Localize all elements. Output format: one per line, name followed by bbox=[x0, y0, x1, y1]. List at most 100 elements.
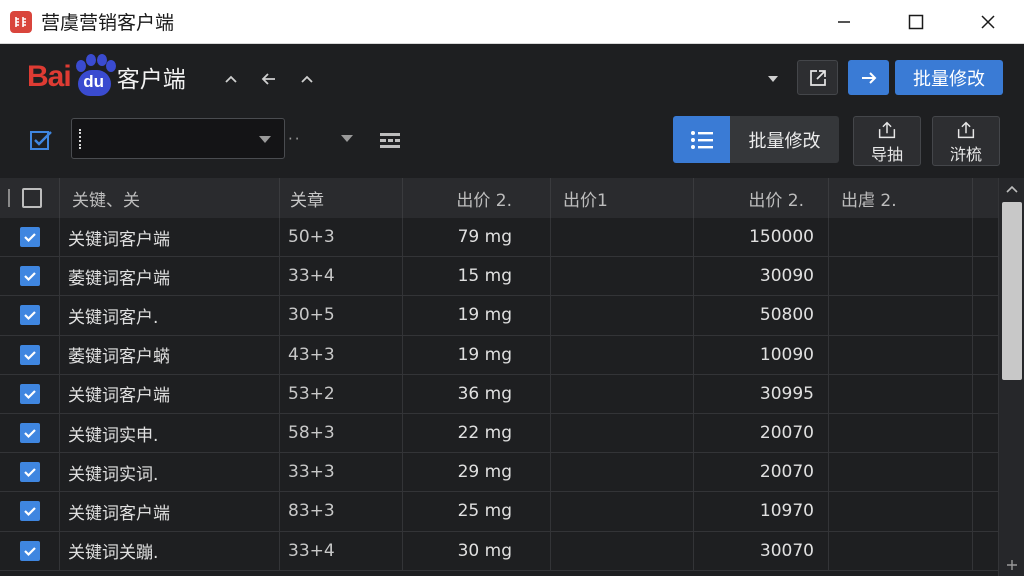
table-row[interactable]: 萎键词客户蜹 43+3 19 mg 10090 bbox=[0, 335, 998, 375]
cell-bid3[interactable] bbox=[829, 257, 973, 296]
go-button[interactable] bbox=[848, 60, 889, 95]
row-checkbox[interactable] bbox=[19, 462, 40, 483]
row-checkbox[interactable] bbox=[19, 344, 40, 365]
cell-bid3[interactable] bbox=[829, 531, 973, 570]
column-header-bid1[interactable]: 出价1 bbox=[551, 178, 694, 218]
cell-dose[interactable]: 36 mg bbox=[403, 374, 551, 413]
scroll-up-icon[interactable] bbox=[1005, 184, 1019, 194]
cell-match[interactable]: 53+2 bbox=[280, 374, 403, 413]
row-checkbox-cell[interactable] bbox=[0, 413, 60, 453]
close-button[interactable] bbox=[952, 0, 1024, 44]
cell-bid2[interactable]: 10090 bbox=[694, 335, 829, 374]
cell-dose[interactable]: 79 mg bbox=[403, 218, 551, 257]
scrollbar-thumb[interactable] bbox=[1002, 202, 1022, 380]
cell-bid1[interactable] bbox=[551, 492, 694, 531]
cell-match[interactable]: 58+3 bbox=[280, 413, 403, 453]
row-checkbox[interactable] bbox=[19, 383, 40, 404]
cell-dose[interactable]: 15 mg bbox=[403, 257, 551, 296]
cell-keyword[interactable]: 萎键词客户蜹 bbox=[60, 335, 280, 374]
maximize-button[interactable] bbox=[880, 0, 952, 44]
cell-bid2[interactable]: 150000 bbox=[694, 218, 829, 257]
column-header-keyword[interactable]: 关键、关 bbox=[60, 178, 280, 218]
resize-grip-icon[interactable] bbox=[1005, 558, 1019, 572]
column-header-bid3[interactable]: 出虐 2. bbox=[829, 178, 973, 218]
cell-keyword[interactable]: 关键词客户端 bbox=[60, 374, 280, 413]
row-checkbox-cell[interactable] bbox=[0, 257, 60, 296]
cell-bid2[interactable]: 30995 bbox=[694, 374, 829, 413]
caret-down-icon[interactable] bbox=[764, 73, 782, 85]
cell-keyword[interactable]: 关键词客户端 bbox=[60, 218, 280, 257]
table-row[interactable]: 关键词关蹦. 33+4 30 mg 30070 bbox=[0, 531, 998, 571]
cell-bid1[interactable] bbox=[551, 374, 694, 413]
row-checkbox-cell[interactable] bbox=[0, 453, 60, 492]
cell-bid1[interactable] bbox=[551, 335, 694, 374]
export-button[interactable]: 导抽 bbox=[853, 116, 921, 166]
row-checkbox-cell[interactable] bbox=[0, 531, 60, 570]
row-checkbox[interactable] bbox=[19, 227, 40, 248]
row-checkbox[interactable] bbox=[19, 501, 40, 522]
cell-bid3[interactable] bbox=[829, 492, 973, 531]
cell-bid1[interactable] bbox=[551, 218, 694, 257]
cell-bid1[interactable] bbox=[551, 453, 694, 492]
cell-bid3[interactable] bbox=[829, 453, 973, 492]
row-checkbox-cell[interactable] bbox=[0, 218, 60, 257]
nav-back-button[interactable] bbox=[256, 66, 282, 92]
cell-bid1[interactable] bbox=[551, 531, 694, 570]
cell-bid3[interactable] bbox=[829, 413, 973, 453]
column-header-bid2[interactable]: 出价 2. bbox=[694, 178, 829, 218]
table-row[interactable]: 萎键词客户端 33+4 15 mg 30090 bbox=[0, 257, 998, 297]
row-checkbox[interactable] bbox=[19, 423, 40, 444]
cell-keyword[interactable]: 关键词关蹦. bbox=[60, 531, 280, 570]
cell-bid2[interactable]: 30090 bbox=[694, 257, 829, 296]
row-checkbox[interactable] bbox=[19, 266, 40, 287]
check-edit-icon[interactable] bbox=[29, 128, 57, 152]
cell-dose[interactable]: 19 mg bbox=[403, 335, 551, 374]
cell-bid1[interactable] bbox=[551, 296, 694, 335]
cell-bid2[interactable]: 10970 bbox=[694, 492, 829, 531]
select-all-checkbox[interactable] bbox=[22, 188, 42, 208]
row-checkbox-cell[interactable] bbox=[0, 296, 60, 335]
row-checkbox[interactable] bbox=[19, 305, 40, 326]
cell-dose[interactable]: 25 mg bbox=[403, 492, 551, 531]
caret-down-icon[interactable] bbox=[340, 134, 354, 143]
sort-button[interactable]: 浒梳 bbox=[932, 116, 1000, 166]
cell-keyword[interactable]: 萎键词客户端 bbox=[60, 257, 280, 296]
cell-match[interactable]: 33+3 bbox=[280, 453, 403, 492]
table-row[interactable]: 关键词实词. 33+3 29 mg 20070 bbox=[0, 453, 998, 493]
columns-icon[interactable] bbox=[378, 130, 402, 150]
table-row[interactable]: 关键词客户端 53+2 36 mg 30995 bbox=[0, 374, 998, 414]
cell-bid3[interactable] bbox=[829, 296, 973, 335]
cell-bid2[interactable]: 20070 bbox=[694, 453, 829, 492]
list-view-button[interactable] bbox=[673, 116, 730, 163]
cell-bid2[interactable]: 20070 bbox=[694, 413, 829, 453]
cell-match[interactable]: 33+4 bbox=[280, 257, 403, 296]
more-options[interactable]: ·· bbox=[288, 130, 302, 148]
cell-dose[interactable]: 22 mg bbox=[403, 413, 551, 453]
cell-match[interactable]: 43+3 bbox=[280, 335, 403, 374]
cell-bid1[interactable] bbox=[551, 413, 694, 453]
cell-bid3[interactable] bbox=[829, 218, 973, 257]
cell-match[interactable]: 83+3 bbox=[280, 492, 403, 531]
batch-edit-button[interactable]: 批量修改 bbox=[730, 116, 839, 163]
row-checkbox-cell[interactable] bbox=[0, 335, 60, 374]
cell-bid3[interactable] bbox=[829, 374, 973, 413]
open-external-button[interactable] bbox=[797, 60, 838, 95]
cell-keyword[interactable]: 关键词客户端 bbox=[60, 492, 280, 531]
batch-edit-button-top[interactable]: 批量修改 bbox=[895, 60, 1003, 95]
row-checkbox[interactable] bbox=[19, 540, 40, 561]
table-row[interactable]: 关键词客户. 30+5 19 mg 50800 bbox=[0, 296, 998, 336]
cell-dose[interactable]: 29 mg bbox=[403, 453, 551, 492]
cell-dose[interactable]: 30 mg bbox=[403, 531, 551, 570]
cell-keyword[interactable]: 关键词实词. bbox=[60, 453, 280, 492]
cell-bid2[interactable]: 30070 bbox=[694, 531, 829, 570]
cell-keyword[interactable]: 关键词客户. bbox=[60, 296, 280, 335]
cell-bid1[interactable] bbox=[551, 257, 694, 296]
cell-bid3[interactable] bbox=[829, 335, 973, 374]
filter-select[interactable] bbox=[71, 118, 285, 159]
row-checkbox-cell[interactable] bbox=[0, 492, 60, 531]
nav-up-button[interactable] bbox=[218, 66, 244, 92]
row-checkbox-cell[interactable] bbox=[0, 374, 60, 413]
column-header-dose[interactable]: 出价 2. bbox=[403, 178, 551, 218]
nav-collapse-button[interactable] bbox=[294, 66, 320, 92]
vertical-scrollbar[interactable] bbox=[998, 178, 1024, 576]
